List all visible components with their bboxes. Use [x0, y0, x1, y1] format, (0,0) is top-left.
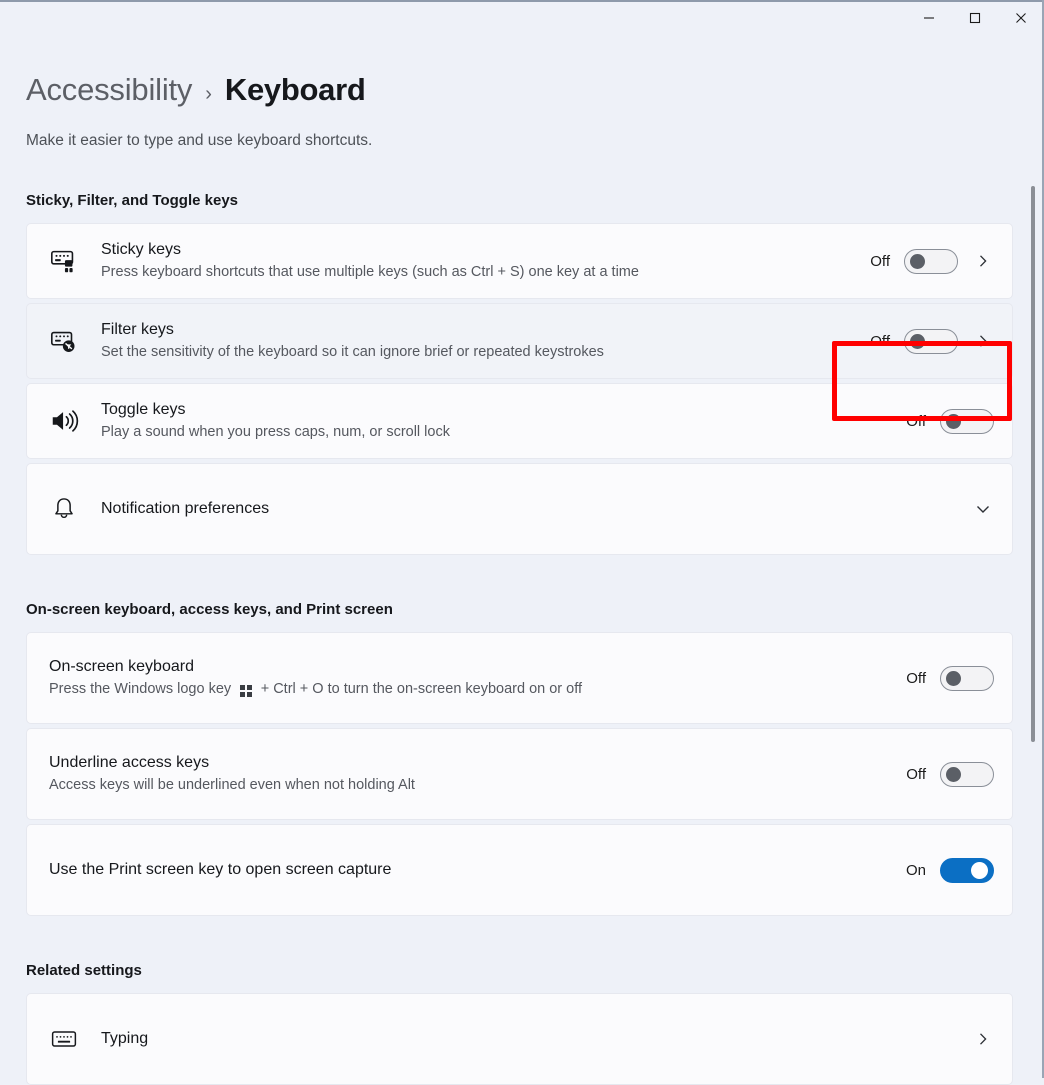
row-sticky-keys[interactable]: Sticky keys Press keyboard shortcuts tha…	[26, 223, 1013, 299]
breadcrumb-root-link[interactable]: Accessibility	[26, 72, 192, 108]
row-description-text-after: + Ctrl + O to turn the on-screen keyboar…	[256, 681, 583, 698]
scrollbar-thumb[interactable]	[1031, 186, 1035, 742]
windows-logo-glyph-icon	[240, 685, 252, 697]
row-underline-access-keys-text: Underline access keys Access keys will b…	[27, 738, 902, 811]
title-bar	[0, 0, 1044, 44]
toggle-keys-toggle[interactable]	[940, 408, 994, 434]
row-description-text: Set the sensitivity of the keyboard so i…	[101, 344, 604, 361]
row-description: Play a sound when you press caps, num, o…	[101, 422, 902, 443]
row-notification-preferences[interactable]: Notification preferences	[26, 463, 1013, 555]
row-on-screen-keyboard[interactable]: On-screen keyboard Press the Windows log…	[26, 632, 1013, 724]
chevron-right-icon[interactable]	[972, 254, 994, 268]
row-title: Filter keys	[101, 320, 174, 338]
toggle-state-label: Off	[870, 332, 890, 350]
breadcrumb-separator-icon: ›	[205, 83, 212, 105]
filter-keys-toggle[interactable]	[904, 328, 958, 354]
row-notification-preferences-text: Notification preferences	[101, 484, 972, 534]
row-title: Sticky keys	[101, 240, 182, 258]
row-description-text-before: Press the Windows logo key	[49, 681, 236, 698]
section-header-sticky-filter-toggle: Sticky, Filter, and Toggle keys	[26, 192, 239, 209]
row-controls	[972, 1032, 994, 1046]
speaker-sound-icon	[27, 406, 101, 436]
keyboard-filter-icon	[27, 326, 101, 356]
row-toggle-keys[interactable]: Toggle keys Play a sound when you press …	[26, 383, 1013, 459]
toggle-knob	[946, 766, 961, 782]
row-controls: Off	[902, 761, 994, 787]
page-scrollbar[interactable]	[1027, 46, 1039, 1078]
row-filter-keys-text: Filter keys Set the sensitivity of the k…	[101, 305, 866, 378]
sticky-keys-toggle[interactable]	[904, 248, 958, 274]
underline-access-keys-toggle[interactable]	[940, 761, 994, 787]
row-title: Notification preferences	[101, 500, 270, 518]
print-screen-toggle[interactable]	[940, 857, 994, 883]
toggle-state-label: Off	[906, 765, 926, 783]
keyboard-icon	[27, 1025, 101, 1053]
toggle-knob	[910, 333, 925, 349]
toggle-knob	[910, 253, 925, 269]
row-description-text: Play a sound when you press caps, num, o…	[101, 424, 450, 441]
toggle-state-label: Off	[870, 252, 890, 270]
row-title: Use the Print screen key to open screen …	[49, 861, 392, 879]
minimize-button[interactable]	[906, 2, 952, 34]
row-title: Toggle keys	[101, 400, 186, 418]
toggle-state-label: Off	[906, 669, 926, 687]
page-subtitle: Make it easier to type and use keyboard …	[26, 132, 373, 149]
row-on-screen-keyboard-text: On-screen keyboard Press the Windows log…	[27, 642, 902, 715]
row-description: Access keys will be underlined even when…	[49, 775, 902, 796]
toggle-knob	[946, 670, 961, 686]
chevron-down-icon[interactable]	[972, 501, 994, 517]
row-description-text: Access keys will be underlined even when…	[49, 777, 415, 794]
toggle-state-label: On	[905, 861, 926, 879]
row-controls: Off	[902, 665, 994, 691]
row-description: Set the sensitivity of the keyboard so i…	[101, 342, 866, 363]
row-title: Underline access keys	[49, 753, 210, 771]
page-title: Keyboard	[224, 72, 366, 107]
row-controls: On	[902, 857, 994, 883]
row-underline-access-keys[interactable]: Underline access keys Access keys will b…	[26, 728, 1013, 820]
chevron-right-icon[interactable]	[972, 1032, 994, 1046]
row-description-text: Press keyboard shortcuts that use multip…	[101, 264, 639, 281]
row-typing[interactable]: Typing	[26, 993, 1013, 1085]
row-controls: Off	[866, 248, 994, 274]
row-filter-keys[interactable]: Filter keys Set the sensitivity of the k…	[26, 303, 1013, 379]
bell-icon	[27, 495, 101, 523]
chevron-right-icon[interactable]	[972, 334, 994, 348]
row-print-screen-capture-text: Use the Print screen key to open screen …	[27, 845, 902, 895]
breadcrumb: Accessibility › Keyboard	[26, 72, 1044, 108]
on-screen-keyboard-toggle[interactable]	[940, 665, 994, 691]
section-header-onscreen-keyboard: On-screen keyboard, access keys, and Pri…	[26, 601, 393, 618]
toggle-state-label: Off	[906, 412, 926, 430]
toggle-knob	[971, 861, 988, 879]
close-button[interactable]	[998, 2, 1044, 34]
row-controls: Off	[902, 408, 994, 434]
row-sticky-keys-text: Sticky keys Press keyboard shortcuts tha…	[101, 225, 866, 298]
row-controls: Off	[866, 328, 994, 354]
section-header-related-settings: Related settings	[26, 962, 142, 979]
row-description: Press the Windows logo key + Ctrl + O to…	[49, 679, 902, 700]
toggle-knob	[946, 413, 961, 429]
row-title: On-screen keyboard	[49, 657, 194, 675]
row-print-screen-capture[interactable]: Use the Print screen key to open screen …	[26, 824, 1013, 916]
keyboard-sticky-icon	[27, 246, 101, 276]
row-typing-text: Typing	[101, 1014, 972, 1064]
maximize-button[interactable]	[952, 2, 998, 34]
row-controls	[972, 501, 994, 517]
row-toggle-keys-text: Toggle keys Play a sound when you press …	[101, 385, 902, 458]
row-description: Press keyboard shortcuts that use multip…	[101, 262, 866, 283]
settings-page: Accessibility › Keyboard Make it easier …	[0, 72, 1044, 1085]
row-title: Typing	[101, 1030, 149, 1048]
